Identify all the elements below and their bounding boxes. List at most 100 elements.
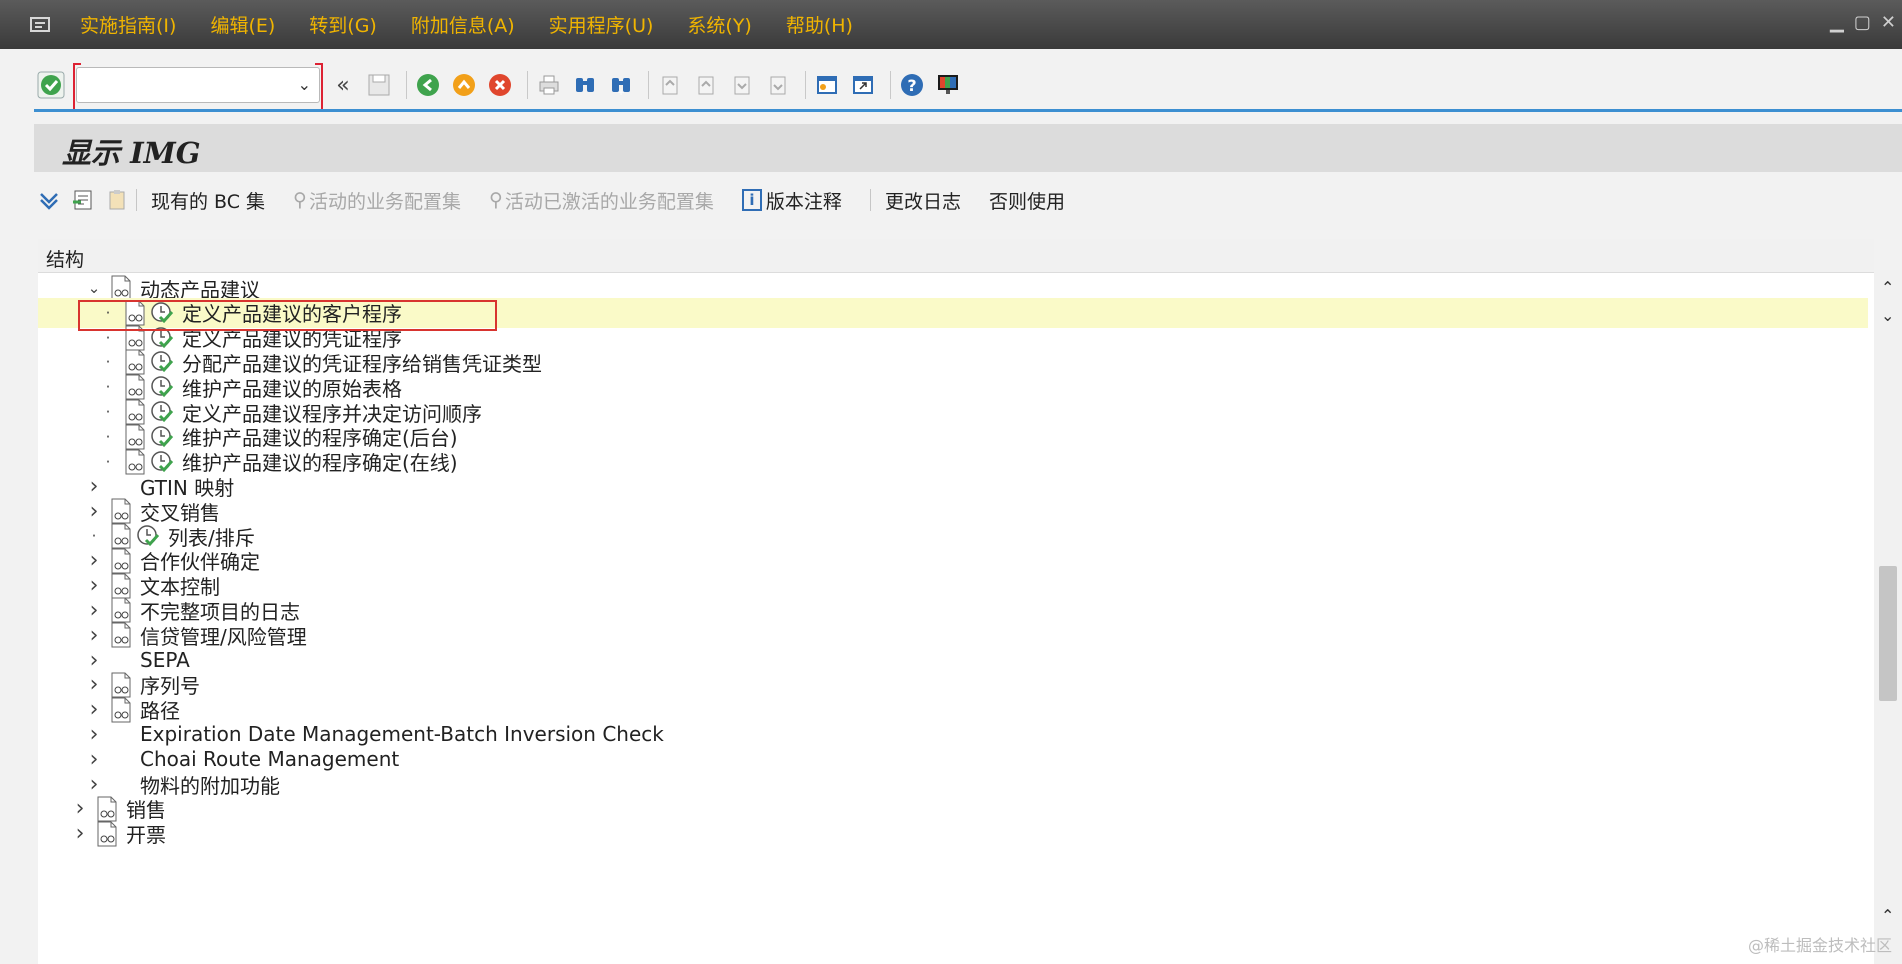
exit-icon[interactable] (449, 70, 479, 100)
customize-layout-icon[interactable] (933, 70, 963, 100)
execute-activity-icon[interactable] (150, 375, 174, 399)
release-notes-button[interactable]: i 版本注释 (741, 187, 842, 214)
standard-toolbar: ⌄ « + ? (36, 60, 1902, 111)
menu-extras[interactable]: 附加信息(A) (411, 11, 515, 38)
activated-bc-sets-button[interactable]: ⚲ 活动已激活的业务配置集 (489, 187, 714, 214)
execute-activity-icon[interactable] (150, 400, 174, 424)
watermark: @稀土掘金技术社区 (1747, 936, 1892, 955)
leaf-bullet-icon: · (105, 328, 111, 347)
next-page-icon[interactable] (727, 70, 757, 100)
change-log-button[interactable]: 更改日志 (885, 187, 961, 214)
chevron-right-icon[interactable]: › (86, 474, 102, 499)
minimize-icon[interactable]: ▁ (1830, 12, 1844, 33)
svg-text:?: ? (907, 76, 916, 95)
command-field[interactable]: ⌄ (73, 63, 323, 111)
chevron-right-icon[interactable]: › (86, 499, 102, 524)
find-next-icon[interactable]: + (606, 70, 636, 100)
first-page-icon[interactable] (655, 70, 685, 100)
chevron-right-icon[interactable]: › (86, 722, 102, 747)
execute-activity-icon[interactable] (136, 524, 160, 548)
new-session-icon[interactable] (812, 70, 842, 100)
check-icon[interactable] (36, 70, 66, 100)
chevron-down-icon[interactable]: ⌄ (86, 279, 102, 297)
menu-system[interactable]: 系统(Y) (687, 11, 751, 38)
scroll-up-icon[interactable]: ⌃ (1881, 906, 1894, 925)
chevron-right-icon[interactable]: › (86, 548, 102, 573)
toolbar-separator (527, 71, 528, 99)
chevron-down-icon[interactable]: ⌄ (298, 75, 311, 94)
menu-implementation-guide[interactable]: 实施指南(I) (80, 11, 176, 38)
cancel-icon[interactable] (485, 70, 515, 100)
title-bar: 显示 IMG (34, 124, 1902, 172)
window-controls: ▁ ▢ ✕ (1830, 12, 1896, 33)
last-page-icon[interactable] (763, 70, 793, 100)
clipboard-icon[interactable] (102, 185, 132, 215)
chevron-right-icon[interactable]: › (86, 573, 102, 598)
scroll-up-icon[interactable]: ⌃ (1881, 278, 1894, 297)
active-bc-sets-button[interactable]: ⚲ 活动的业务配置集 (293, 187, 461, 214)
tree-node-label: 开票 (126, 823, 166, 848)
menu-bar: 实施指南(I) 编辑(E) 转到(G) 附加信息(A) 实用程序(U) 系统(Y… (0, 0, 1902, 49)
active-bc-sets-label: 活动的业务配置集 (308, 190, 461, 213)
leaf-bullet-icon: · (105, 353, 111, 372)
chevron-right-icon[interactable]: › (72, 796, 88, 821)
tree-row[interactable]: › 开票 (38, 819, 1868, 849)
save-icon[interactable] (364, 70, 394, 100)
application-toolbar: 现有的 BC 集 ⚲ 活动的业务配置集 ⚲ 活动已激活的业务配置集 i 版本注释… (34, 176, 1902, 224)
execute-activity-icon[interactable] (150, 301, 174, 325)
chevron-right-icon[interactable]: › (86, 772, 102, 797)
execute-activity-icon[interactable] (150, 450, 174, 474)
prev-page-icon[interactable] (691, 70, 721, 100)
toolbar-separator (406, 71, 407, 99)
toolbar-separator (890, 71, 891, 99)
tree-node-label: Expiration Date Management-Batch Inversi… (140, 722, 664, 747)
page-title: 显示 IMG (62, 136, 201, 170)
leaf-bullet-icon: · (105, 303, 111, 322)
menu-utilities[interactable]: 实用程序(U) (549, 11, 654, 38)
chevron-right-icon[interactable]: › (86, 623, 102, 648)
leaf-bullet-icon: · (105, 427, 111, 446)
back-icon[interactable] (413, 70, 443, 100)
toolbar-separator (805, 71, 806, 99)
close-icon[interactable]: ✕ (1881, 12, 1896, 33)
chevron-right-icon[interactable]: › (86, 747, 102, 772)
img-structure-tree: 结构 ⌄ 动态产品建议 · 定义产品建议的客户程序 · 定义产品建议的凭证程序 · 分配产品建… (38, 239, 1874, 964)
menu-help[interactable]: 帮助(H) (786, 11, 853, 38)
tree-node-label: SEPA (140, 648, 190, 672)
execute-activity-icon[interactable] (150, 326, 174, 350)
toolbar-separator (136, 189, 137, 211)
collapse-command-icon[interactable]: « (328, 70, 358, 100)
help-icon[interactable]: ? (897, 70, 927, 100)
maximize-icon[interactable]: ▢ (1854, 12, 1871, 33)
toolbar-accent-line (34, 109, 1902, 112)
expand-all-icon[interactable] (34, 185, 64, 215)
chevron-right-icon[interactable]: › (86, 648, 102, 673)
print-icon[interactable] (534, 70, 564, 100)
execute-activity-icon[interactable] (150, 350, 174, 374)
documentation-icon[interactable] (96, 821, 118, 847)
chevron-right-icon[interactable]: › (72, 821, 88, 846)
chevron-right-icon[interactable]: › (86, 672, 102, 697)
menu-goto[interactable]: 转到(G) (309, 11, 377, 38)
svg-text:+: + (617, 88, 625, 97)
find-icon[interactable] (570, 70, 600, 100)
leaf-bullet-icon: · (105, 452, 111, 471)
scroll-down-icon[interactable]: ⌄ (1881, 306, 1894, 325)
menu-edit[interactable]: 编辑(E) (210, 11, 275, 38)
tree-node-label: Choai Route Management (140, 747, 400, 772)
bc-set-icon: ⚲ (293, 189, 307, 211)
where-used-icon[interactable] (68, 185, 98, 215)
vertical-scrollbar[interactable]: ⌃ ⌄ ⌃ (1874, 270, 1902, 964)
system-menu-icon[interactable] (30, 14, 58, 36)
leaf-bullet-icon: · (105, 378, 111, 397)
chevron-right-icon[interactable]: › (86, 598, 102, 623)
info-icon: i (741, 189, 762, 211)
leaf-bullet-icon: · (91, 527, 97, 545)
toolbar-separator (869, 189, 871, 211)
execute-activity-icon[interactable] (150, 425, 174, 449)
shortcut-icon[interactable] (848, 70, 878, 100)
current-bc-set-button[interactable]: 现有的 BC 集 (151, 187, 265, 214)
chevron-right-icon[interactable]: › (86, 697, 102, 722)
scroll-thumb[interactable] (1879, 566, 1897, 701)
otherwise-use-button[interactable]: 否则使用 (989, 187, 1065, 214)
